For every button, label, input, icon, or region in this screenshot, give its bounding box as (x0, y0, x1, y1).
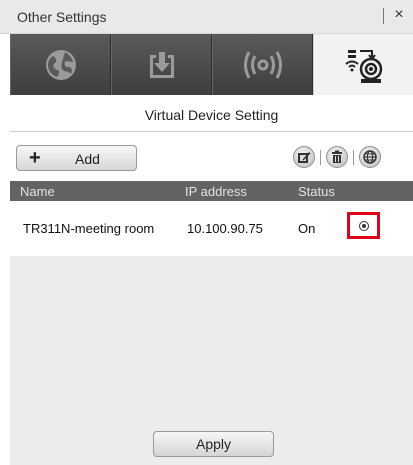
device-ip: 10.100.90.75 (187, 221, 263, 236)
device-list-empty-area (10, 256, 413, 424)
tab-bar (10, 34, 413, 95)
tab-virtual-device[interactable] (313, 34, 413, 95)
tab-globe[interactable] (10, 34, 111, 95)
close-button[interactable]: × (390, 5, 408, 25)
tab-broadcast[interactable] (212, 34, 313, 95)
column-header-name: Name (20, 184, 55, 199)
window-title: Other Settings (17, 9, 107, 25)
plus-icon: + (29, 147, 41, 169)
column-header-status: Status (298, 184, 335, 199)
device-name: TR311N-meeting room (23, 221, 155, 236)
broadcast-icon (243, 50, 282, 79)
close-separator (383, 8, 384, 24)
table-row[interactable]: TR311N-meeting room 10.100.90.75 On (10, 201, 413, 256)
apply-button[interactable]: Apply (153, 431, 274, 457)
network-globe-icon[interactable] (359, 146, 381, 168)
add-button[interactable]: + Add (16, 145, 137, 171)
globe-icon (45, 49, 76, 80)
add-button-label: Add (75, 151, 100, 167)
radio-dot (362, 224, 366, 228)
title-bar: Other Settings × (0, 0, 413, 34)
radio-icon (359, 221, 369, 231)
tab-download[interactable] (111, 34, 212, 95)
virtual-device-icon (344, 49, 382, 83)
section-title: Virtual Device Setting (144, 107, 279, 123)
delete-icon[interactable] (326, 146, 348, 168)
edit-icon[interactable] (293, 146, 315, 168)
toolbar-separator (353, 150, 354, 165)
status-radio-button[interactable] (347, 212, 380, 239)
device-status: On (298, 221, 316, 236)
table-header: Name IP address Status (10, 181, 413, 201)
column-header-ip-address: IP address (185, 184, 247, 199)
toolbar-separator (320, 150, 321, 165)
section-divider (10, 131, 413, 132)
download-icon (149, 51, 174, 78)
